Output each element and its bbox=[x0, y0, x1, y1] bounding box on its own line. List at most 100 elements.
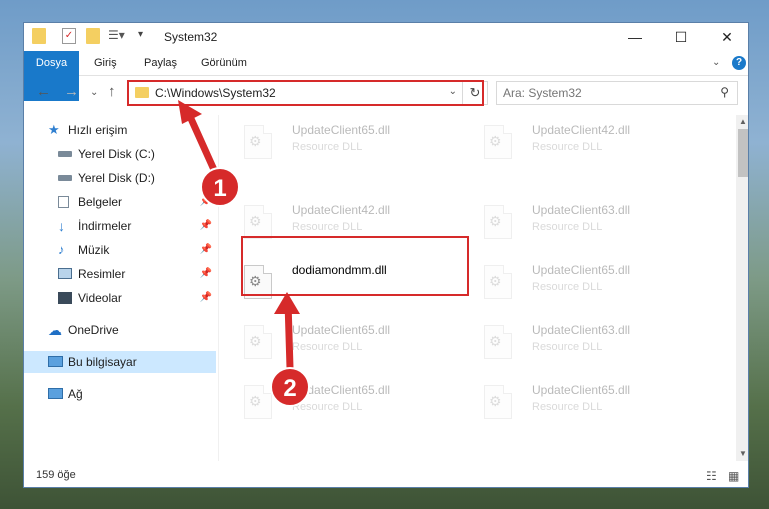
window-title: System32 bbox=[164, 30, 218, 44]
step-1-badge: 1 bbox=[200, 167, 240, 207]
sidebar-item-documents[interactable]: Belgeler 📌 bbox=[24, 191, 216, 213]
navigation-pane: ★ Hızlı erişim Yerel Disk (C:) Yerel Dis… bbox=[24, 115, 218, 461]
sidebar-item-local-disk-c[interactable]: Yerel Disk (C:) bbox=[24, 143, 216, 165]
details-view-icon[interactable]: ☷ bbox=[706, 469, 717, 483]
scroll-down-icon[interactable]: ▼ bbox=[736, 447, 748, 461]
search-icon[interactable]: ⚲ bbox=[720, 85, 729, 99]
tab-share[interactable]: Paylaş bbox=[132, 51, 189, 75]
up-arrow-icon[interactable]: ↑ bbox=[108, 83, 116, 100]
file-type: Resource DLL bbox=[292, 141, 363, 153]
file-item[interactable]: ⚙ UpdateClient65.dll Resource DLL bbox=[244, 121, 474, 171]
file-type: Resource DLL bbox=[532, 341, 603, 353]
gear-icon: ⚙ bbox=[489, 333, 502, 349]
file-type: Resource DLL bbox=[532, 221, 603, 233]
status-bar: 159 öğe ☷ ▦ bbox=[24, 463, 748, 487]
customize-toolbar-icon[interactable]: ☰▾ bbox=[108, 28, 125, 44]
sidebar-item-downloads[interactable]: ↓ İndirmeler 📌 bbox=[24, 215, 216, 237]
film-icon bbox=[58, 292, 72, 304]
search-input[interactable] bbox=[503, 85, 703, 101]
folder-icon bbox=[32, 28, 46, 44]
file-name: UpdateClient65.dll bbox=[292, 323, 391, 337]
sidebar-item-label: Ağ bbox=[68, 387, 83, 401]
file-name: UpdateClient42.dll bbox=[292, 203, 391, 217]
search-box[interactable]: ⚲ bbox=[496, 81, 738, 105]
computer-icon bbox=[48, 356, 63, 367]
forward-arrow-icon[interactable]: → bbox=[64, 83, 79, 100]
file-highlight-box bbox=[241, 236, 469, 296]
pin-icon[interactable]: 📌 bbox=[200, 215, 212, 237]
file-item[interactable]: ⚙ UpdateClient65.dll Resource DLL bbox=[244, 321, 474, 371]
gear-icon: ⚙ bbox=[489, 213, 502, 229]
file-item[interactable]: ⚙ UpdateClient42.dll Resource DLL bbox=[484, 121, 714, 171]
sidebar-item-music[interactable]: ♪ Müzik 📌 bbox=[24, 239, 216, 261]
file-item[interactable]: ⚙ UpdateClient65.dll Resource DLL bbox=[484, 261, 714, 311]
drive-icon bbox=[58, 175, 72, 181]
file-type: Resource DLL bbox=[292, 341, 363, 353]
file-item[interactable]: ⚙ UpdateClient63.dll Resource DLL bbox=[484, 321, 714, 371]
sidebar-item-quick-access[interactable]: ★ Hızlı erişim bbox=[24, 119, 216, 141]
gear-icon: ⚙ bbox=[489, 393, 502, 409]
gear-icon: ⚙ bbox=[489, 133, 502, 149]
gear-icon: ⚙ bbox=[249, 393, 262, 409]
sidebar-item-videos[interactable]: Videolar 📌 bbox=[24, 287, 216, 309]
file-item[interactable]: ⚙ UpdateClient63.dll Resource DLL bbox=[484, 201, 714, 251]
help-icon[interactable]: ? bbox=[732, 56, 746, 70]
sidebar-item-label: Hızlı erişim bbox=[68, 123, 128, 137]
document-icon bbox=[58, 196, 69, 208]
picture-icon bbox=[58, 268, 72, 279]
file-type: Resource DLL bbox=[532, 281, 603, 293]
item-count: 159 öğe bbox=[36, 469, 76, 481]
pin-icon[interactable]: 📌 bbox=[200, 263, 212, 285]
sidebar-item-label: İndirmeler bbox=[78, 219, 132, 233]
close-button[interactable]: ✕ bbox=[704, 23, 748, 51]
pin-icon[interactable]: 📌 bbox=[200, 239, 212, 261]
scroll-up-icon[interactable]: ▲ bbox=[736, 115, 748, 129]
file-type: Resource DLL bbox=[532, 401, 603, 413]
vertical-scrollbar[interactable]: ▲ ▼ bbox=[736, 115, 748, 461]
dropdown-arrow-icon[interactable]: ▾ bbox=[138, 29, 143, 45]
sidebar-item-pictures[interactable]: Resimler 📌 bbox=[24, 263, 216, 285]
recent-locations-icon[interactable]: ⌄ bbox=[90, 87, 98, 98]
sidebar-item-label: Videolar bbox=[78, 291, 122, 305]
file-name: UpdateClient65.dll bbox=[292, 123, 391, 137]
expand-ribbon-icon[interactable]: ⌄ bbox=[712, 57, 720, 68]
file-type: Resource DLL bbox=[532, 141, 603, 153]
ribbon-tabs: Dosya Giriş Paylaş Görünüm ⌄ ? bbox=[24, 51, 748, 101]
file-type: Resource DLL bbox=[292, 401, 363, 413]
file-name: UpdateClient65.dll bbox=[532, 383, 631, 397]
file-name: UpdateClient65.dll bbox=[532, 263, 631, 277]
tab-home[interactable]: Giriş bbox=[82, 51, 129, 75]
gear-icon: ⚙ bbox=[249, 333, 262, 349]
sidebar-item-onedrive[interactable]: ☁ OneDrive bbox=[24, 319, 216, 341]
drive-icon bbox=[58, 151, 72, 157]
gear-icon: ⚙ bbox=[249, 213, 262, 229]
back-arrow-icon[interactable]: ← bbox=[36, 83, 51, 100]
sidebar-item-label: OneDrive bbox=[68, 323, 119, 337]
gear-icon: ⚙ bbox=[489, 273, 502, 289]
file-name: UpdateClient63.dll bbox=[532, 203, 631, 217]
pin-icon[interactable]: 📌 bbox=[200, 287, 212, 309]
maximize-button[interactable]: ☐ bbox=[658, 23, 704, 51]
sidebar-item-label: Yerel Disk (D:) bbox=[78, 171, 155, 185]
sidebar-item-label: Bu bilgisayar bbox=[68, 355, 137, 369]
sidebar-item-local-disk-d[interactable]: Yerel Disk (D:) bbox=[24, 167, 216, 189]
sidebar-item-label: Belgeler bbox=[78, 195, 123, 209]
tab-view[interactable]: Görünüm bbox=[189, 51, 259, 75]
sidebar-item-label: Resimler bbox=[78, 267, 126, 281]
minimize-button[interactable]: — bbox=[612, 23, 658, 51]
large-icons-view-icon[interactable]: ▦ bbox=[728, 469, 739, 483]
file-name: UpdateClient42.dll bbox=[532, 123, 631, 137]
scrollbar-thumb[interactable] bbox=[738, 129, 748, 177]
sidebar-item-this-pc[interactable]: Bu bilgisayar bbox=[24, 351, 216, 373]
download-arrow-icon: ↓ bbox=[58, 218, 65, 234]
music-note-icon: ♪ bbox=[58, 242, 65, 257]
file-item[interactable]: ⚙ UpdateClient65.dll Resource DLL bbox=[484, 381, 714, 431]
network-icon bbox=[48, 388, 63, 399]
address-highlight-box bbox=[127, 80, 484, 106]
properties-icon[interactable]: ✓ bbox=[62, 28, 76, 44]
sidebar-item-network[interactable]: Ağ bbox=[24, 383, 216, 405]
sidebar-item-label: Müzik bbox=[78, 243, 110, 257]
new-folder-icon[interactable] bbox=[86, 28, 100, 44]
cloud-icon: ☁ bbox=[48, 322, 62, 338]
star-icon: ★ bbox=[48, 122, 60, 137]
